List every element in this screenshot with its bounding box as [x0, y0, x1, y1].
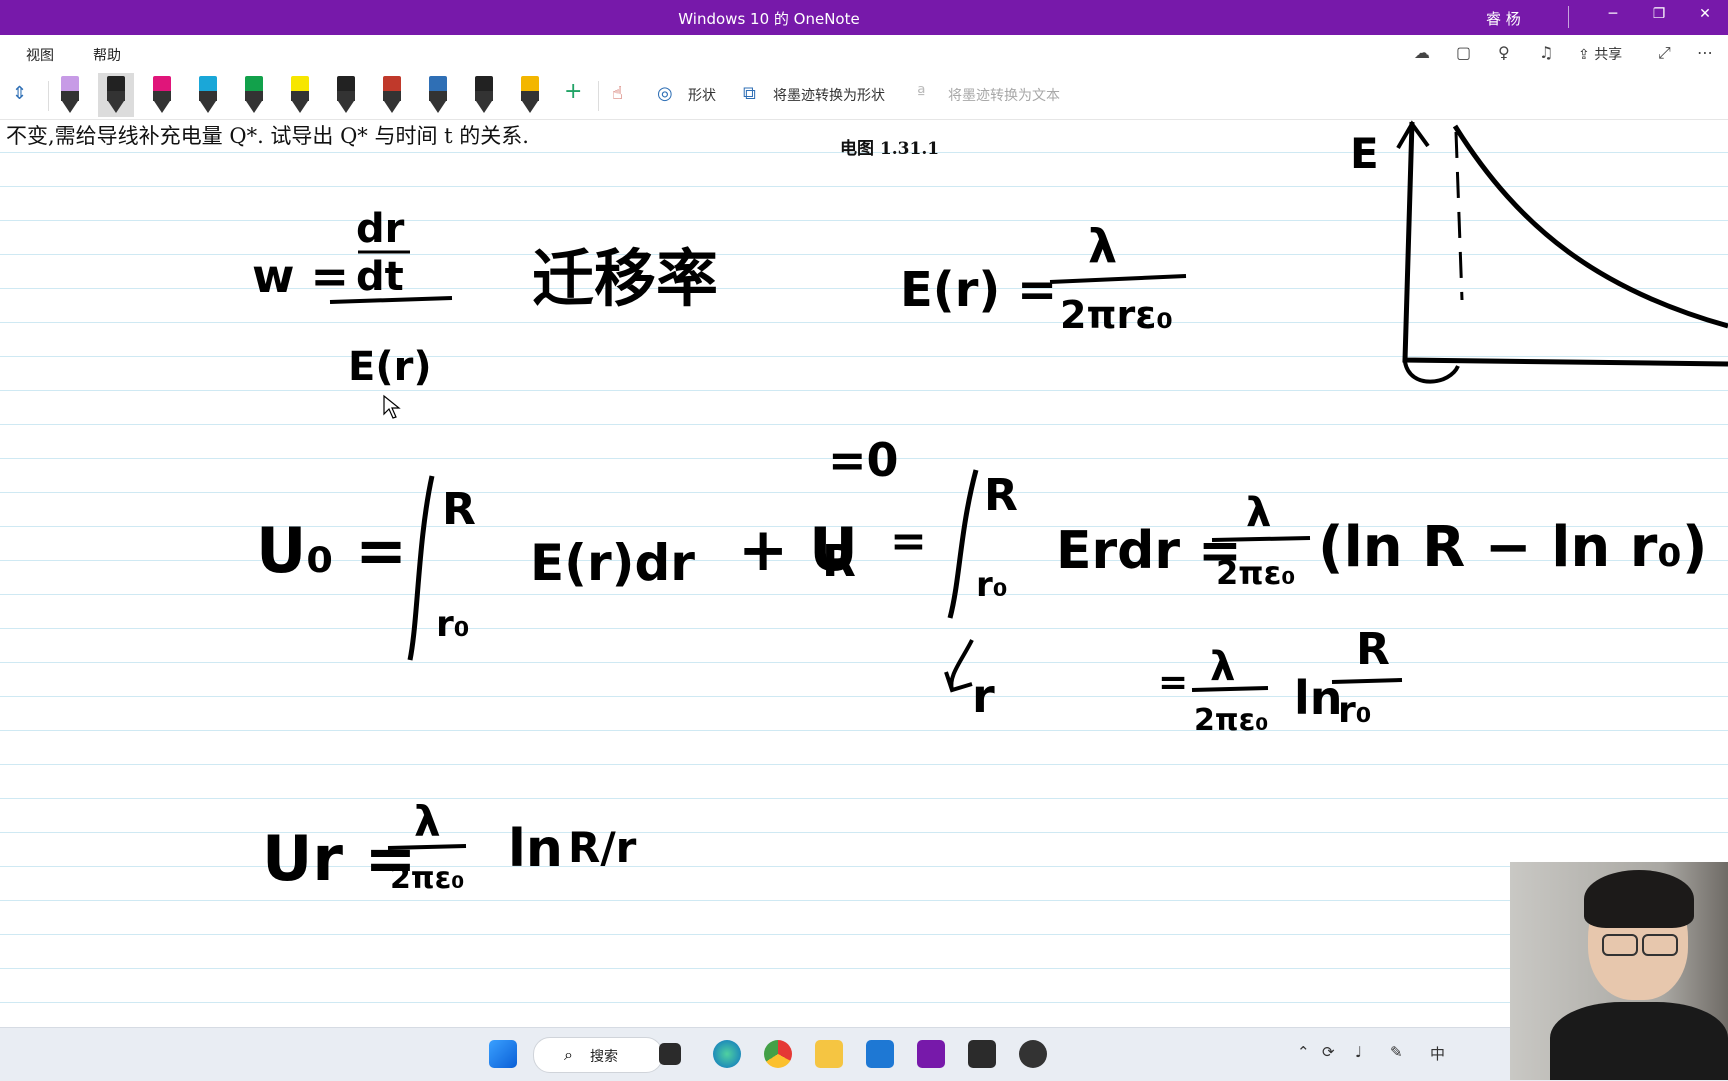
ink-lambda-3: λ [1210, 644, 1235, 690]
ink-fraction-bar [1191, 686, 1269, 692]
ink-layer: w = dr dt E(r) 迁移率 E(r) = λ 2πrε₀ E U₀ =… [252, 120, 1728, 896]
ink-int2-upper: R [984, 470, 1018, 521]
webcam-glasses [1602, 934, 1638, 956]
ink-integral-sign [407, 475, 435, 661]
ink-eq3: = [1158, 662, 1188, 703]
ink-graph-label: E [1350, 129, 1379, 178]
ink-frac-4: R/r [568, 823, 637, 872]
app-icon[interactable] [968, 1040, 996, 1068]
ink-lambda-4: λ [414, 797, 441, 846]
edge-icon[interactable] [713, 1040, 741, 1068]
ink-frac-num: R [1356, 624, 1390, 675]
ink-lambda: λ [1088, 219, 1117, 273]
ink-e-lhs: E(r) = [900, 262, 1057, 318]
ink-fraction-bar [387, 844, 467, 850]
microphone-icon[interactable]: ♩ [1355, 1043, 1362, 1061]
search-label: 搜索 [590, 1049, 618, 1065]
ink-bracket: (ln R − ln r₀) [1318, 515, 1707, 580]
taskbar-search[interactable]: ⌕ 搜索 [533, 1037, 663, 1073]
webcam-overlay [1510, 862, 1728, 1080]
webcam-glasses [1642, 934, 1678, 956]
ink-den-4: 2πε₀ [390, 861, 464, 896]
ime-indicator[interactable]: 中 [1430, 1043, 1445, 1064]
chrome-icon[interactable] [764, 1040, 792, 1068]
ink-ur-sub: R [822, 536, 856, 587]
pen-icon[interactable]: ✎ [1390, 1043, 1403, 1061]
ink-integral-sign-2 [947, 469, 979, 619]
webcam-shirt [1550, 1002, 1728, 1080]
start-icon[interactable] [489, 1040, 517, 1068]
mouse-cursor-icon [383, 394, 401, 419]
ink-dr: dr [356, 206, 405, 252]
ink-w-lhs: w = [252, 249, 349, 303]
ink-graph-axes [1402, 121, 1728, 367]
ink-integrand: E(r)dr [530, 534, 695, 592]
tray-chevron-icon[interactable]: ⌃ [1297, 1043, 1310, 1061]
ink-graph-dashed [1454, 131, 1464, 301]
task-view-icon[interactable] [659, 1043, 681, 1065]
ink-integrand-2: Erdr = [1056, 521, 1242, 581]
ink-u0: U₀ = [256, 514, 407, 587]
webcam-hair [1584, 870, 1694, 928]
ink-ln-3: ln [1294, 671, 1343, 725]
obs-icon[interactable] [1019, 1040, 1047, 1068]
ink-e-den: 2πrε₀ [1060, 293, 1173, 337]
ink-frac-den: r₀ [1338, 690, 1372, 731]
ink-ur-zero: =0 [828, 433, 899, 487]
ink-ln-4: ln [508, 819, 563, 879]
ink-int2-lower: r₀ [976, 565, 1008, 605]
ink-arrow [944, 639, 974, 693]
ink-den-3: 2πε₀ [1194, 703, 1268, 738]
mail-icon[interactable] [866, 1040, 894, 1068]
ink-fraction-bar [1331, 678, 1403, 684]
ink-er-den: E(r) [348, 344, 432, 390]
ink-equals: = [890, 516, 927, 567]
ink-graph-loop [1403, 361, 1460, 384]
ink-fraction-bar [1211, 536, 1311, 542]
ink-int-lower: r₀ [436, 604, 470, 645]
ink-graph-curve [1452, 124, 1728, 329]
taskbar: ⌕ 搜索 ⌃ ⟳ ♩ ✎ 中 [0, 1027, 1728, 1081]
file-explorer-icon[interactable] [815, 1040, 843, 1068]
ink-dt: dt [356, 254, 404, 300]
tray-sync-icon[interactable]: ⟳ [1322, 1043, 1335, 1061]
search-icon: ⌕ [564, 1045, 573, 1064]
ink-chinese: 迁移率 [532, 242, 718, 315]
ink-den-2: 2πε₀ [1216, 554, 1295, 592]
ink-lambda-2: λ [1246, 490, 1271, 536]
ink-fraction-bar [1049, 274, 1187, 284]
ink-int-upper: R [442, 484, 476, 535]
ink-arrow-r: r [972, 669, 995, 723]
onenote-icon[interactable] [917, 1040, 945, 1068]
